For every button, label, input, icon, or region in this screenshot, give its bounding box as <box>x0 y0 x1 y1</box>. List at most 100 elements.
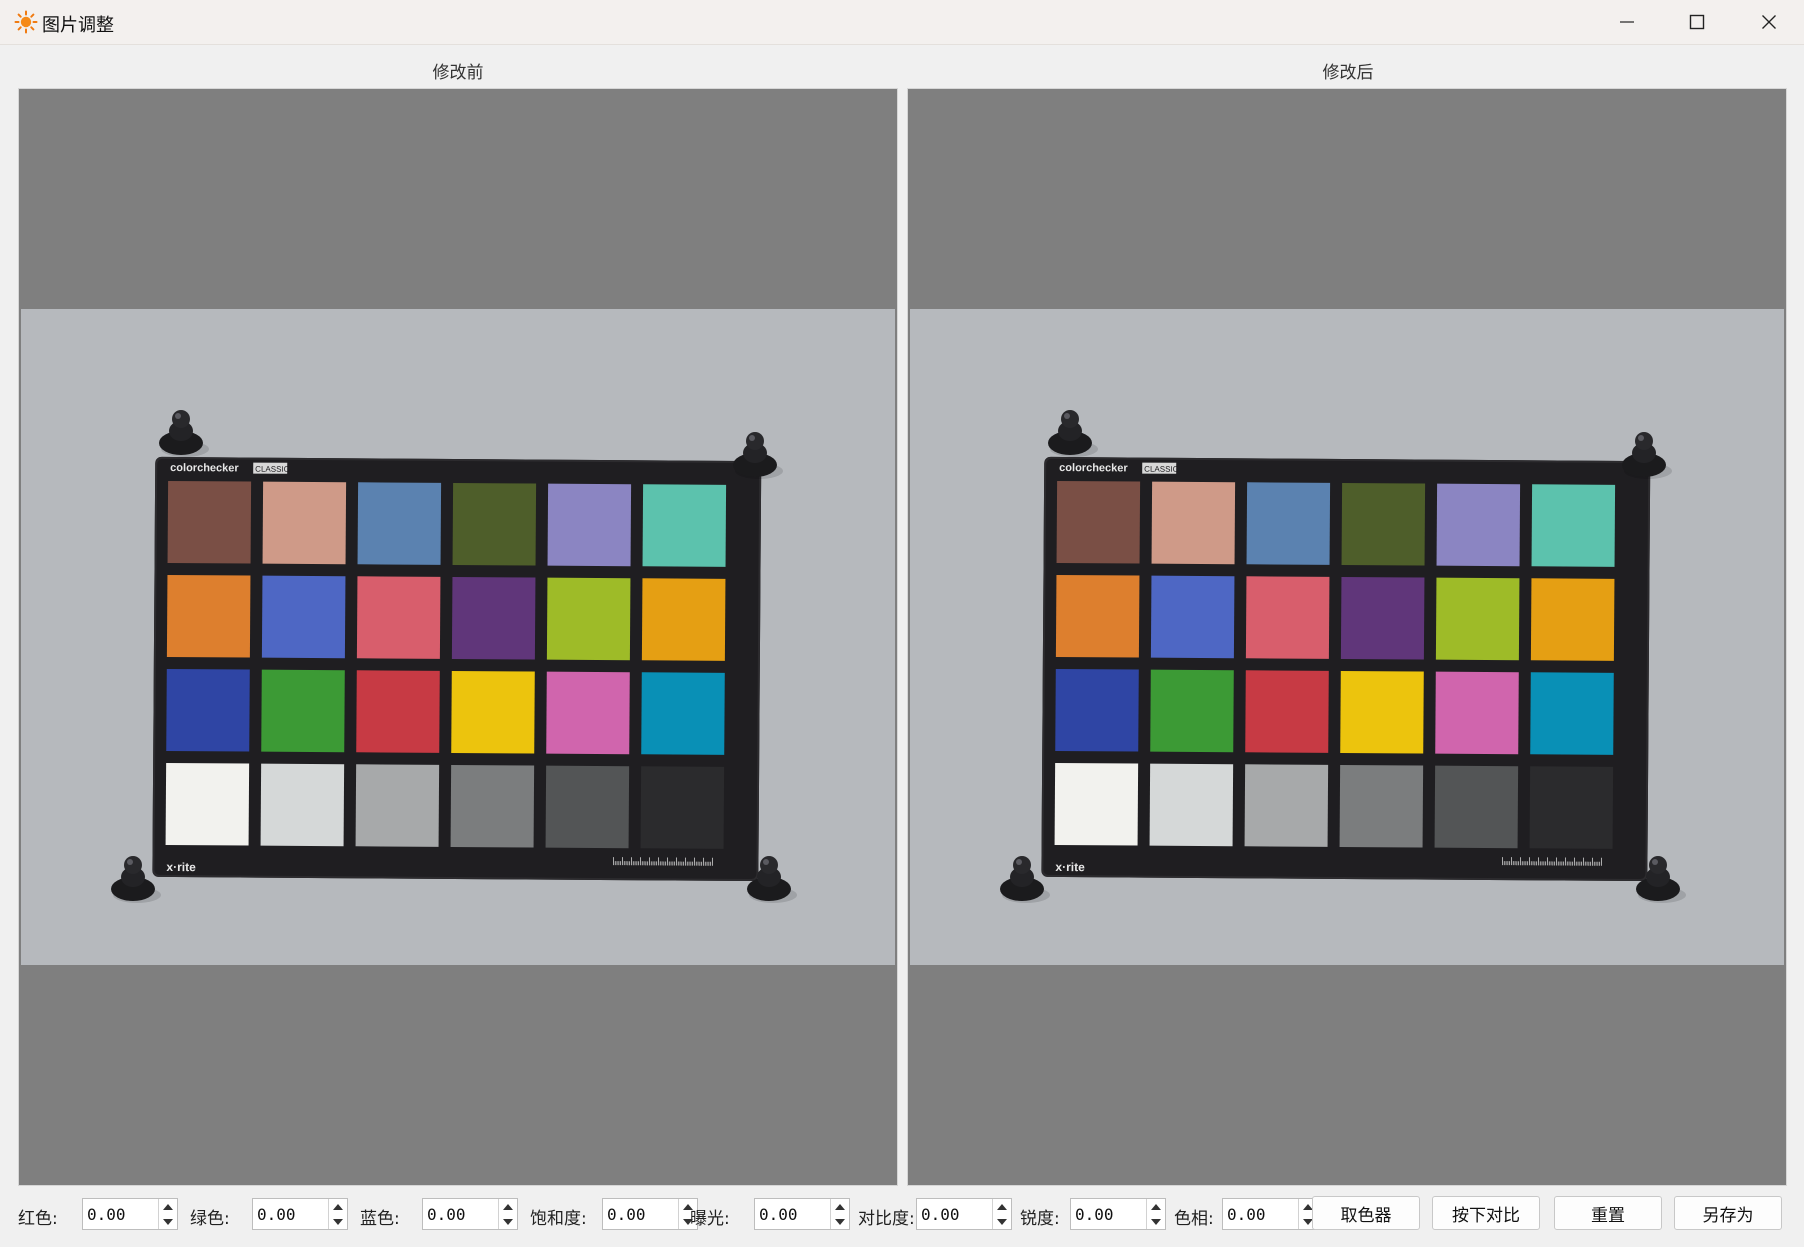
adjustment-toolbar: 红色: 绿色: 蓝色: 饱和度: <box>18 1194 1788 1234</box>
exposure-decrement-button[interactable] <box>831 1214 849 1229</box>
before-image-pane[interactable]: colorchecker CLASSIC x·rite <box>18 88 898 1186</box>
minimize-button[interactable] <box>1592 0 1662 44</box>
color-patch <box>450 764 535 848</box>
save-as-button[interactable]: 另存为 <box>1674 1196 1782 1230</box>
hue-label: 色相: <box>1174 1209 1214 1229</box>
green-increment-button[interactable] <box>329 1199 347 1214</box>
exposure-spin-buttons <box>830 1199 849 1229</box>
checker-brand-text: colorchecker <box>170 462 239 474</box>
green-decrement-button[interactable] <box>329 1214 347 1229</box>
red-decrement-button[interactable] <box>159 1214 177 1229</box>
sun-icon <box>14 10 38 34</box>
close-icon <box>1762 15 1776 29</box>
saturation-spinbox[interactable] <box>602 1198 698 1230</box>
sharpness-spin-buttons <box>1146 1199 1165 1229</box>
contrast-spinbox[interactable] <box>916 1198 1012 1230</box>
checker-badge-text: CLASSIC <box>1144 465 1179 474</box>
green-spinbox[interactable] <box>252 1198 348 1230</box>
saturation-label: 饱和度: <box>530 1209 587 1229</box>
color-patch <box>165 762 250 846</box>
color-patch <box>641 578 726 661</box>
blue-increment-button[interactable] <box>499 1199 517 1214</box>
contrast-decrement-button[interactable] <box>993 1214 1011 1229</box>
color-patch <box>640 766 725 849</box>
blue-decrement-button[interactable] <box>499 1214 517 1229</box>
color-patch <box>1245 670 1329 753</box>
color-patch <box>166 668 250 752</box>
exposure-label: 曝光: <box>690 1209 730 1229</box>
arrow-up-icon <box>1151 1203 1161 1210</box>
app-window: 图片调整 修改前 修改后 colorchecker CLASSIC x·rite c… <box>0 0 1804 1247</box>
arrow-up-icon <box>835 1203 845 1210</box>
color-patch <box>546 671 630 755</box>
color-patch <box>1054 762 1139 846</box>
color-patch <box>262 481 347 565</box>
color-patch <box>1245 576 1330 659</box>
color-patch <box>1530 578 1615 661</box>
arrow-up-icon <box>333 1203 343 1210</box>
arrow-up-icon <box>163 1203 173 1210</box>
sharpness-label: 锐度: <box>1020 1209 1060 1229</box>
color-patch <box>261 575 346 659</box>
color-checker-board: colorchecker CLASSIC x·rite <box>1041 456 1651 882</box>
color-patch <box>1340 670 1424 754</box>
color-patch <box>1529 766 1614 849</box>
sharpness-increment-button[interactable] <box>1147 1199 1165 1214</box>
color-picker-button[interactable]: 取色器 <box>1312 1196 1420 1230</box>
color-patch <box>1435 671 1519 755</box>
blue-spin-buttons <box>498 1199 517 1229</box>
red-spinbox[interactable] <box>82 1198 178 1230</box>
color-checker-board: colorchecker CLASSIC x·rite <box>152 456 762 882</box>
color-patch <box>166 574 251 658</box>
color-patch <box>641 672 725 755</box>
window-title: 图片调整 <box>42 15 114 36</box>
hue-spinbox[interactable] <box>1222 1198 1318 1230</box>
color-patch <box>1531 484 1616 567</box>
blue-input[interactable] <box>423 1199 497 1229</box>
contrast-increment-button[interactable] <box>993 1199 1011 1214</box>
red-spin-buttons <box>158 1199 177 1229</box>
green-spin-buttons <box>328 1199 347 1229</box>
red-input[interactable] <box>83 1199 157 1229</box>
color-patch <box>1340 576 1425 660</box>
before-panel-label: 修改前 <box>432 63 484 83</box>
arrow-down-icon <box>503 1218 513 1225</box>
contrast-input[interactable] <box>917 1199 991 1229</box>
color-patch <box>1530 672 1614 755</box>
blue-spinbox[interactable] <box>422 1198 518 1230</box>
sharpness-spinbox[interactable] <box>1070 1198 1166 1230</box>
checker-badge-text: CLASSIC <box>255 465 290 474</box>
exposure-increment-button[interactable] <box>831 1199 849 1214</box>
arrow-down-icon <box>1151 1218 1161 1225</box>
maximize-button[interactable] <box>1662 0 1732 44</box>
color-patch <box>1435 577 1520 661</box>
color-patch <box>260 763 345 847</box>
blue-label: 蓝色: <box>360 1209 400 1229</box>
color-patch <box>1150 575 1235 659</box>
arrow-up-icon <box>503 1203 513 1210</box>
color-patch <box>1150 669 1234 753</box>
exposure-input[interactable] <box>755 1199 829 1229</box>
exposure-spinbox[interactable] <box>754 1198 850 1230</box>
sharpness-decrement-button[interactable] <box>1147 1214 1165 1229</box>
color-patch <box>167 480 252 564</box>
arrow-up-icon <box>997 1203 1007 1210</box>
color-patch <box>547 483 632 567</box>
close-button[interactable] <box>1734 0 1804 44</box>
title-bar[interactable]: 图片调整 <box>0 0 1804 45</box>
color-patch <box>451 670 535 754</box>
color-patch <box>1339 764 1424 848</box>
red-increment-button[interactable] <box>159 1199 177 1214</box>
before-image: colorchecker CLASSIC x·rite <box>21 309 895 965</box>
color-patch <box>261 669 345 753</box>
color-patch <box>1434 765 1519 849</box>
color-patch <box>546 577 631 661</box>
green-input[interactable] <box>253 1199 327 1229</box>
reset-button[interactable]: 重置 <box>1554 1196 1662 1230</box>
hold-to-compare-button[interactable]: 按下对比 <box>1432 1196 1540 1230</box>
hue-input[interactable] <box>1223 1199 1297 1229</box>
after-image-pane[interactable]: colorchecker CLASSIC x·rite <box>907 88 1787 1186</box>
saturation-input[interactable] <box>603 1199 677 1229</box>
sharpness-input[interactable] <box>1071 1199 1145 1229</box>
after-panel-label: 修改后 <box>1322 63 1374 83</box>
